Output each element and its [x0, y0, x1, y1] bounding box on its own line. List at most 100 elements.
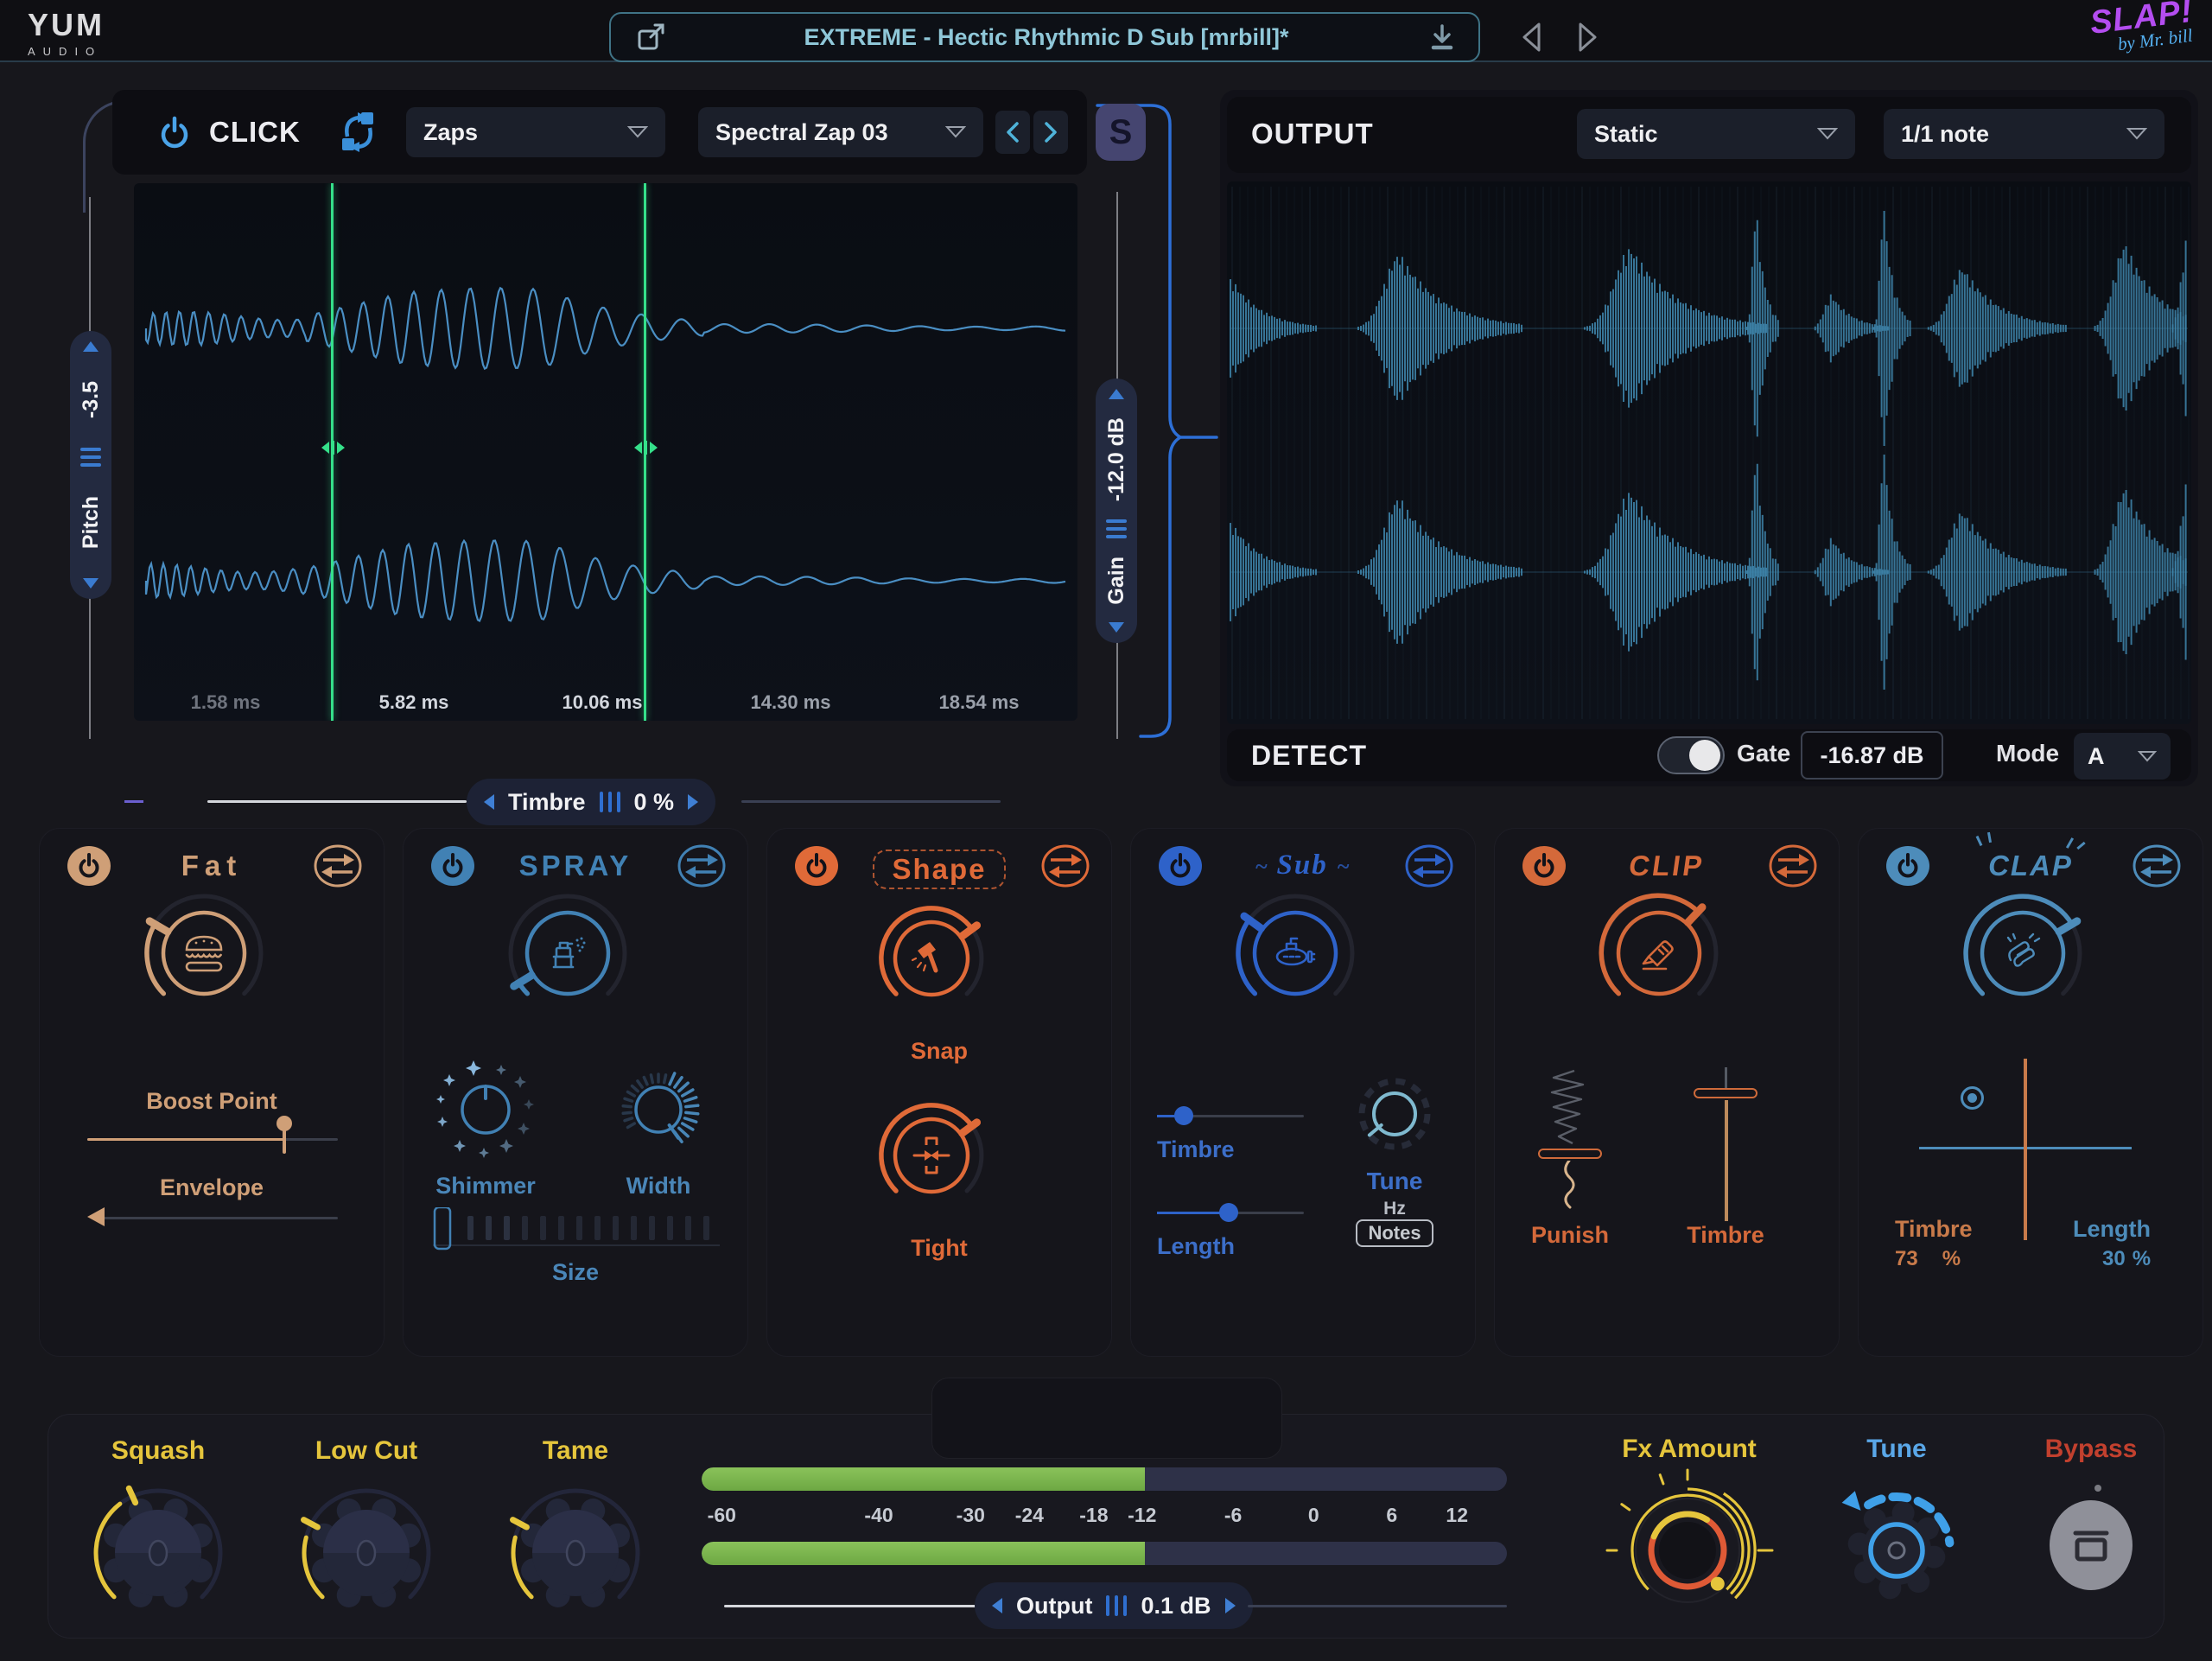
width-knob[interactable] — [589, 1045, 728, 1174]
output-line-right[interactable] — [1248, 1605, 1507, 1607]
save-preset-icon[interactable] — [1425, 20, 1459, 54]
gain-down-icon[interactable] — [1109, 622, 1124, 633]
module-clip: CLIP Punish Timbre — [1494, 828, 1840, 1357]
pitch-slider[interactable]: -3.5 Pitch — [70, 331, 111, 599]
lowcut-knob[interactable] — [284, 1471, 448, 1635]
tame-knob[interactable] — [493, 1471, 658, 1635]
output-mode-value: Static — [1594, 121, 1658, 148]
preset-name: EXTREME - Hectic Rhythmic D Sub [mrbill]… — [668, 24, 1425, 51]
timbre-left-arrow-icon[interactable] — [484, 794, 494, 810]
sample-dropdown[interactable]: Spectral Zap 03 — [698, 107, 983, 157]
sample-next-button[interactable] — [1033, 111, 1068, 154]
gate-label: Gate — [1737, 740, 1790, 767]
clap-xy-dot[interactable] — [1961, 1086, 1984, 1110]
fx-amount-knob[interactable] — [1597, 1466, 1778, 1639]
shape-swap-icon[interactable] — [1040, 843, 1090, 888]
slap-logo: SLAP! by Mr. bill — [2046, 2, 2193, 55]
output-right-arrow-icon[interactable] — [1225, 1598, 1236, 1613]
yum-audio-logo: YUM AUDIO — [28, 7, 105, 58]
gain-slider[interactable]: -12.0 dB Gain — [1096, 379, 1137, 643]
squash-knob[interactable] — [76, 1471, 240, 1635]
bypass-button[interactable] — [2050, 1500, 2133, 1590]
timbre-line-stub — [124, 800, 143, 803]
output-grip[interactable] — [1106, 1595, 1127, 1616]
clap-swap-icon[interactable] — [2132, 843, 2182, 888]
snap-knob[interactable] — [849, 896, 1014, 1026]
module-shape: Shape Snap Tight — [766, 828, 1112, 1357]
open-external-icon[interactable] — [633, 20, 668, 54]
tight-knob[interactable] — [849, 1093, 1014, 1223]
sub-tune-knob[interactable] — [1338, 1064, 1451, 1168]
clip-timbre-track-top — [1725, 1067, 1727, 1090]
output-line-left[interactable] — [724, 1605, 976, 1607]
sample-marker-end-handle[interactable] — [630, 439, 661, 456]
chevron-down-icon — [1817, 127, 1838, 141]
output-rate-dropdown[interactable]: 1/1 note — [1884, 109, 2164, 159]
timbre-line-right[interactable] — [741, 800, 1001, 803]
output-mode-dropdown[interactable]: Static — [1577, 109, 1855, 159]
sub-length-slider[interactable] — [1157, 1199, 1304, 1226]
clap-timbre-axis[interactable] — [2024, 1059, 2027, 1240]
gain-up-icon[interactable] — [1109, 389, 1124, 399]
preset-bar[interactable]: EXTREME - Hectic Rhythmic D Sub [mrbill]… — [609, 12, 1480, 62]
pitch-down-icon[interactable] — [83, 578, 99, 589]
gain-grip[interactable] — [1106, 519, 1127, 538]
gain-label: Gain — [1104, 557, 1129, 605]
sub-timbre-slider[interactable] — [1157, 1102, 1304, 1130]
meter-tick: 6 — [1386, 1504, 1397, 1527]
pitch-up-icon[interactable] — [83, 341, 99, 352]
click-power-button[interactable] — [154, 111, 195, 153]
click-timbre-slider[interactable]: Timbre 0 % — [467, 779, 715, 825]
timbre-grip[interactable] — [600, 792, 620, 812]
clap-knob[interactable] — [1941, 882, 2105, 1024]
clap-timbre-value: 73% — [1895, 1247, 1961, 1271]
detect-mode-label: Mode — [1996, 740, 2059, 767]
logo-main: YUM — [28, 7, 105, 43]
gate-toggle-knob[interactable] — [1689, 740, 1720, 771]
gate-toggle[interactable] — [1657, 736, 1725, 774]
spray-knob[interactable] — [486, 882, 650, 1024]
clip-timbre-track[interactable] — [1725, 1100, 1728, 1221]
fat-swap-icon[interactable] — [313, 843, 363, 888]
boost-point-slider[interactable] — [87, 1114, 338, 1157]
next-preset-button[interactable] — [1573, 19, 1602, 55]
timbre-value: 0 % — [634, 789, 675, 816]
output-gain-slider[interactable]: Output 0.1 dB — [975, 1582, 1253, 1629]
sample-category-dropdown[interactable]: Zaps — [406, 107, 665, 157]
sub-swap-icon[interactable] — [1404, 843, 1454, 888]
sub-length-label: Length — [1157, 1233, 1235, 1260]
clip-timbre-handle[interactable] — [1694, 1088, 1758, 1098]
prev-preset-button[interactable] — [1517, 19, 1547, 55]
fat-knob[interactable] — [122, 882, 286, 1024]
timbre-line-left[interactable] — [207, 800, 467, 803]
module-sub: Sub Timbre Tune Hz Notes — [1130, 828, 1476, 1357]
footer-tune-knob[interactable] — [1819, 1471, 1974, 1626]
sub-notes-toggle[interactable]: Notes — [1338, 1219, 1451, 1247]
pitch-label: Pitch — [79, 496, 104, 549]
spray-swap-icon[interactable] — [677, 843, 727, 888]
clap-length-value: 30% — [2102, 1247, 2151, 1271]
detect-mode-dropdown[interactable]: A — [2074, 733, 2171, 780]
clip-swap-icon[interactable] — [1768, 843, 1818, 888]
sub-tune-label: Tune — [1338, 1168, 1451, 1195]
gate-threshold-value[interactable]: -16.87 dB — [1801, 731, 1943, 780]
module-fat: Fat Boost Point Envelope — [39, 828, 385, 1357]
clip-knob[interactable] — [1577, 882, 1741, 1024]
sample-prev-button[interactable] — [995, 111, 1030, 154]
pitch-grip[interactable] — [80, 448, 101, 467]
sub-length-handle[interactable] — [1219, 1203, 1238, 1222]
sub-timbre-handle[interactable] — [1174, 1106, 1193, 1125]
output-left-arrow-icon[interactable] — [992, 1598, 1002, 1613]
solo-badge[interactable]: S — [1096, 104, 1146, 161]
shimmer-knob[interactable] — [412, 1045, 559, 1174]
envelope-slider[interactable] — [87, 1202, 338, 1237]
sample-marker-start-handle[interactable] — [317, 439, 348, 456]
timbre-right-arrow-icon[interactable] — [688, 794, 698, 810]
punish-handle[interactable] — [1538, 1149, 1602, 1159]
sub-knob[interactable] — [1213, 882, 1377, 1024]
envelope-handle[interactable] — [87, 1207, 105, 1226]
size-slider[interactable] — [431, 1207, 725, 1251]
sub-hz-label[interactable]: Hz — [1338, 1199, 1451, 1219]
sample-swap-icon[interactable] — [335, 109, 380, 154]
boost-point-label: Boost Point — [40, 1088, 384, 1115]
